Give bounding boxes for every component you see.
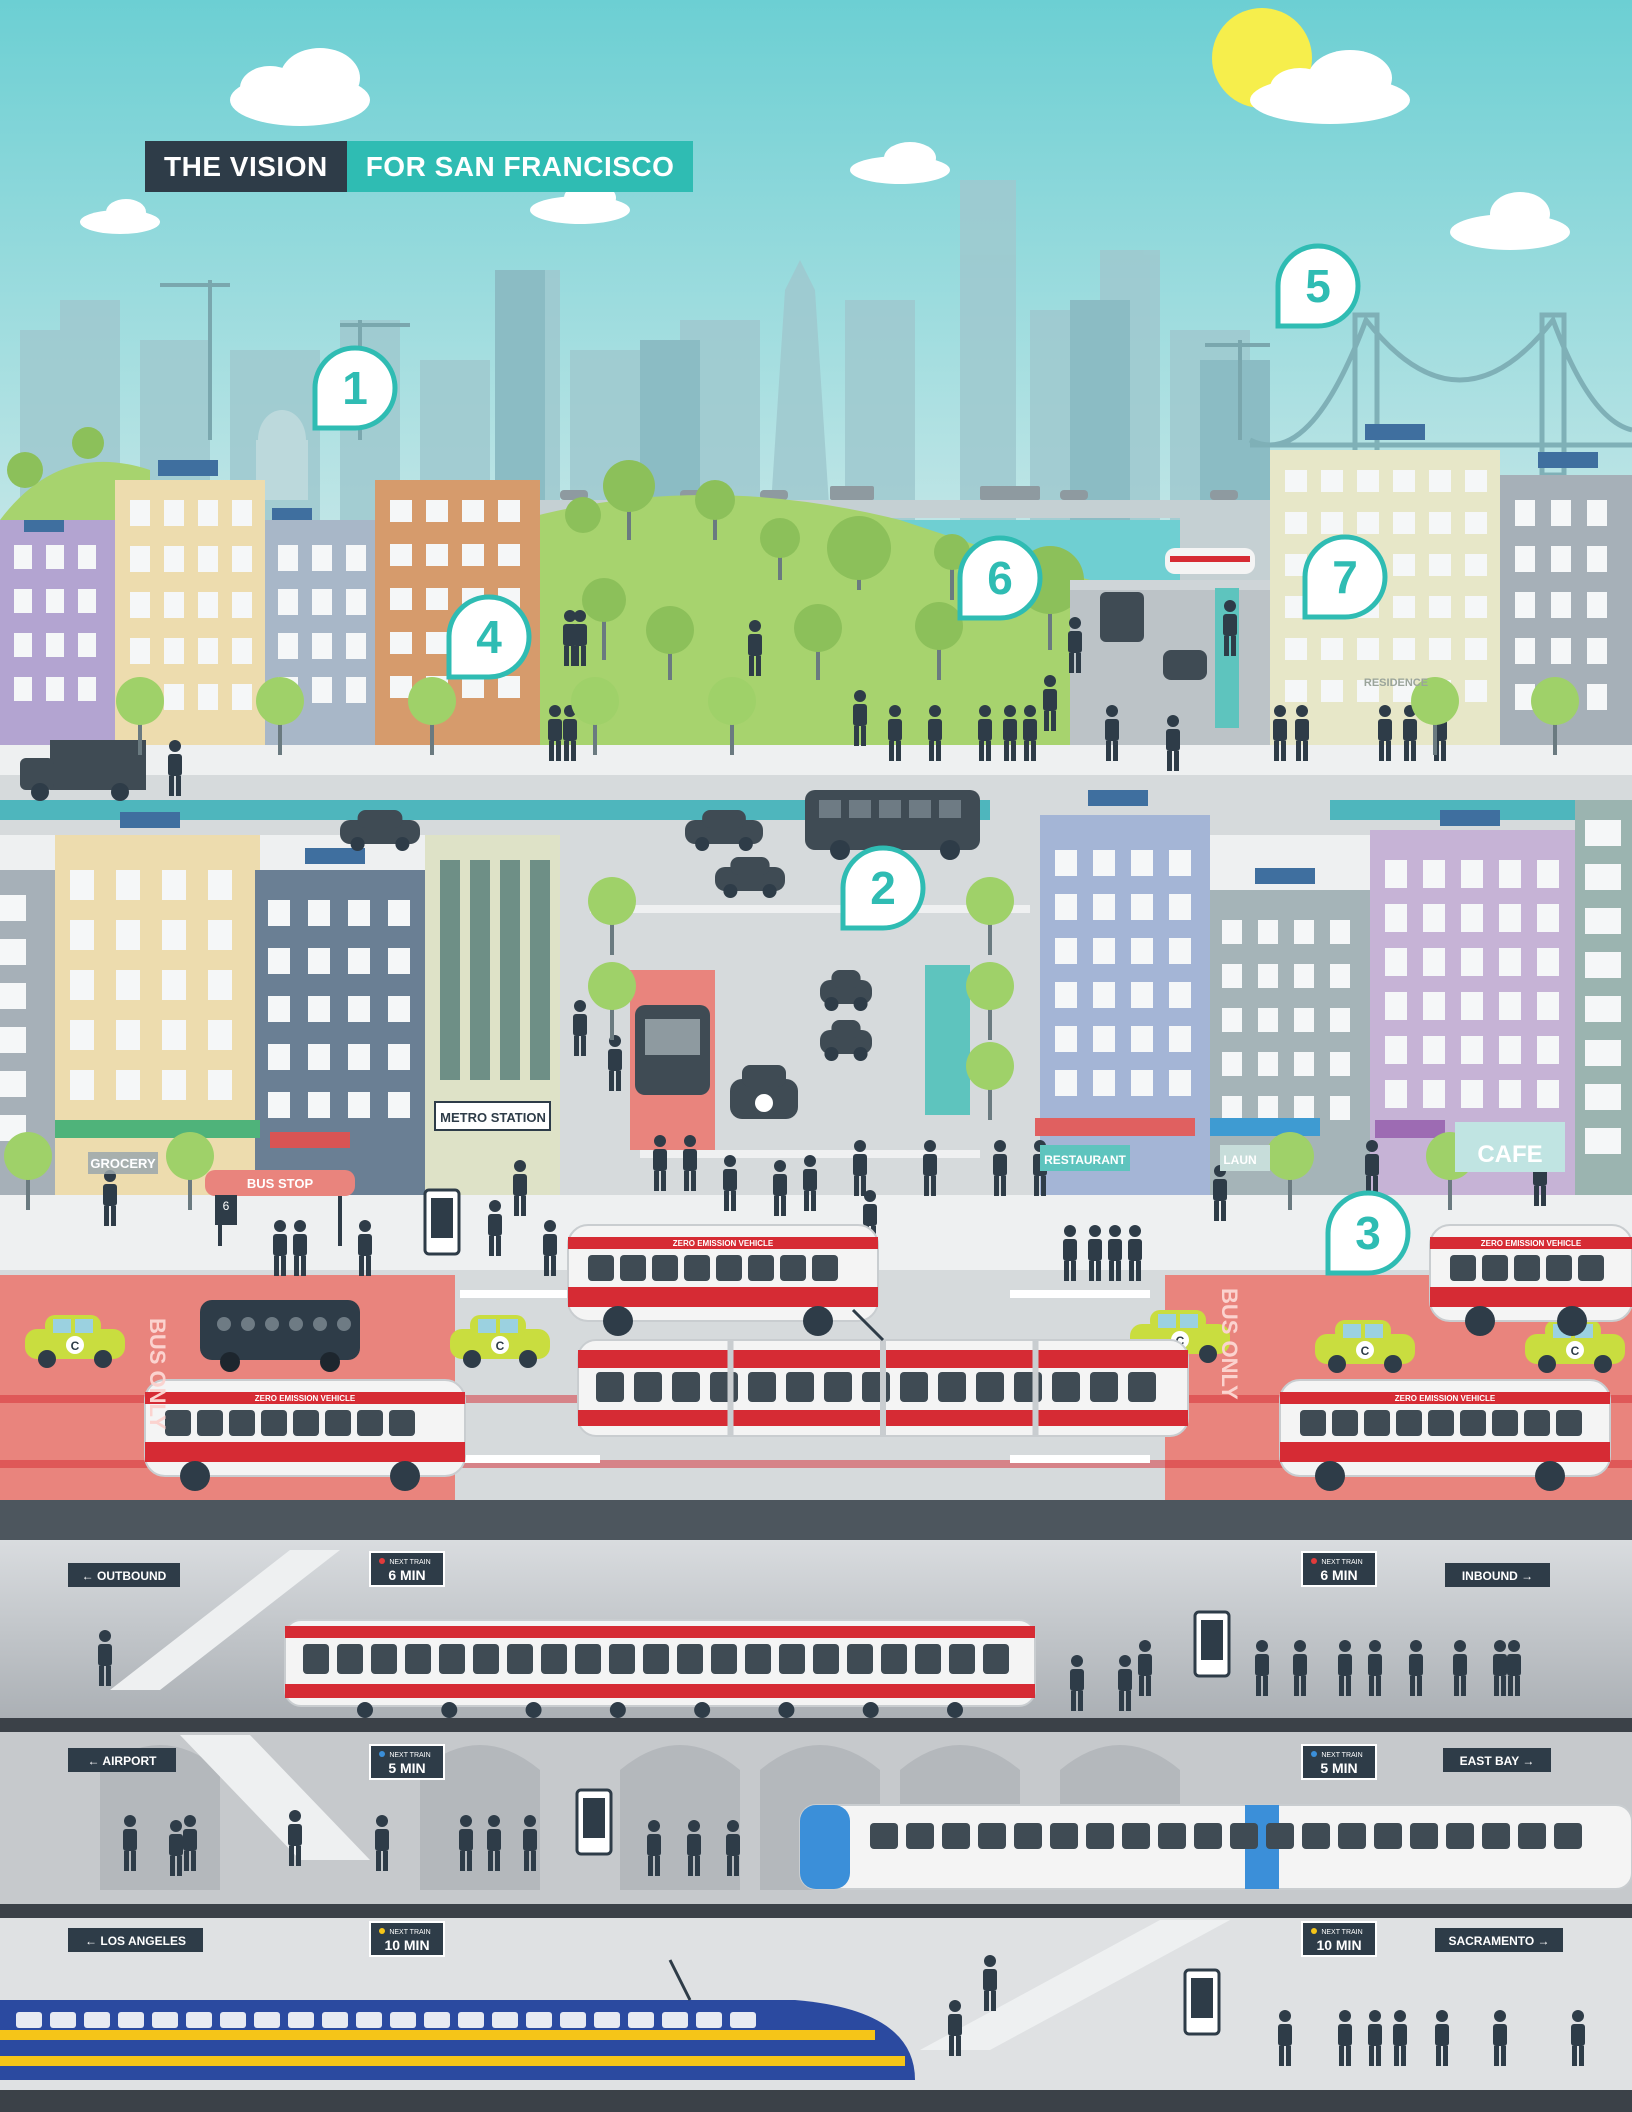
car-logo: C [1361,1344,1370,1358]
grocery-label: GROCERY [90,1156,156,1171]
callout-badge-3: 3 [1325,1190,1411,1276]
callout-number: 5 [1305,260,1331,312]
zero-emission-label: ZERO EMISSION VEHICLE [255,1394,356,1403]
callout-badge-2: 2 [840,845,926,931]
info-kiosk-icon [1183,1968,1221,2036]
muni-bus-icon: ZERO EMISSION VEHICLE [567,1224,879,1336]
next-train-label: NEXT TRAIN [389,1929,430,1936]
next-train-board: NEXT TRAIN10 MIN [1301,1921,1377,1957]
laundry-label: LAUN [1223,1153,1256,1167]
direction-sign: ← LOS ANGELES [68,1928,203,1952]
platform-edge [0,1904,1632,1918]
platform-edge [0,2090,1632,2112]
residence-label: RESIDENCE [1364,677,1428,689]
metro-station-label: METRO STATION [440,1110,546,1125]
direction-sign: SACRAMENTO → [1435,1928,1563,1952]
restaurant-label: RESTAURANT [1044,1153,1126,1167]
muni-bus-icon: ZERO EMISSION VEHICLE [1429,1224,1632,1336]
zero-emission-label: ZERO EMISSION VEHICLE [673,1239,774,1248]
callout-number: 7 [1332,551,1358,603]
info-kiosk-icon [575,1788,613,1856]
info-kiosk-icon [1193,1610,1231,1678]
title-part-1: THE VISION [145,141,347,192]
next-train-time: 6 MIN [388,1567,425,1583]
callout-badge-4: 4 [446,594,532,680]
next-train-board: NEXT TRAIN5 MIN [369,1744,445,1780]
zero-emission-label: ZERO EMISSION VEHICLE [1395,1394,1496,1403]
muni-bus-icon: ZERO EMISSION VEHICLE [144,1379,466,1491]
direction-label: ← OUTBOUND [82,1569,167,1583]
next-train-board: NEXT TRAIN6 MIN [1301,1551,1377,1587]
commuter-train-icon [1165,548,1255,574]
bike-lane-mid [925,965,970,1115]
bus-stop-label: BUS STOP [247,1176,314,1191]
bart-train-icon [799,1804,1632,1890]
next-train-time: 5 MIN [388,1760,425,1776]
next-train-label: NEXT TRAIN [1321,1559,1362,1566]
zero-emission-label: ZERO EMISSION VEHICLE [1481,1239,1582,1248]
city-illustration: C C CC CZERO EMISSION VEHICLEZERO EMISSION … [0,0,1632,2112]
muni-bus-icon: ZERO EMISSION VEHICLE [1279,1379,1611,1491]
next-train-time: 10 MIN [384,1937,429,1953]
callout-number: 3 [1355,1207,1381,1259]
next-train-board: NEXT TRAIN5 MIN [1301,1744,1377,1780]
car-logo: C [1571,1344,1580,1358]
info-kiosk-icon [423,1188,461,1256]
next-train-time: 10 MIN [1316,1937,1361,1953]
callout-number: 4 [476,611,502,663]
metro-station-sign: METRO STATION [434,1101,551,1131]
direction-label: ← AIRPORT [88,1754,158,1768]
next-train-label: NEXT TRAIN [389,1559,430,1566]
next-train-label: NEXT TRAIN [389,1752,430,1759]
callout-number: 2 [870,862,896,914]
platform-edge [0,1718,1632,1732]
bus-only-marking: BUS ONLY [1217,1288,1242,1400]
callout-badge-6: 6 [957,535,1043,621]
title-part-2: FOR SAN FRANCISCO [346,141,694,192]
direction-label: ← LOS ANGELES [85,1934,186,1948]
direction-label: INBOUND → [1462,1569,1533,1583]
car-logo: C [71,1339,80,1353]
bus-only-marking: BUS ONLY [145,1318,170,1430]
subway-train-icon [284,1619,1036,1718]
callout-number: 6 [987,552,1013,604]
ground-layer [0,1500,1632,1540]
callout-badge-1: 1 [312,345,398,431]
direction-sign: INBOUND → [1445,1563,1550,1587]
callout-number: 1 [342,362,368,414]
next-train-time: 6 MIN [1320,1567,1357,1583]
illustration-canvas: C C C C C ZERO EMISSION VEHICLE ZERO EMISSION … [0,0,1632,2112]
page-title: THE VISION FOR SAN FRANCISCO [145,141,694,192]
next-train-label: NEXT TRAIN [1321,1929,1362,1936]
direction-label: SACRAMENTO → [1448,1934,1549,1948]
next-train-board: NEXT TRAIN10 MIN [369,1921,445,1957]
callout-badge-5: 5 [1275,243,1361,329]
next-train-time: 5 MIN [1320,1760,1357,1776]
direction-sign: ← OUTBOUND [68,1563,180,1587]
next-train-label: NEXT TRAIN [1321,1752,1362,1759]
callout-badge-7: 7 [1302,534,1388,620]
direction-sign: EAST BAY → [1443,1748,1551,1772]
cafe-label: CAFE [1477,1141,1542,1168]
bus-stop-number: 6 [223,1199,230,1213]
car-logo: C [496,1339,505,1353]
direction-label: EAST BAY → [1460,1754,1535,1768]
bus-icon [635,1005,710,1095]
next-train-board: NEXT TRAIN6 MIN [369,1551,445,1587]
direction-sign: ← AIRPORT [68,1748,176,1772]
